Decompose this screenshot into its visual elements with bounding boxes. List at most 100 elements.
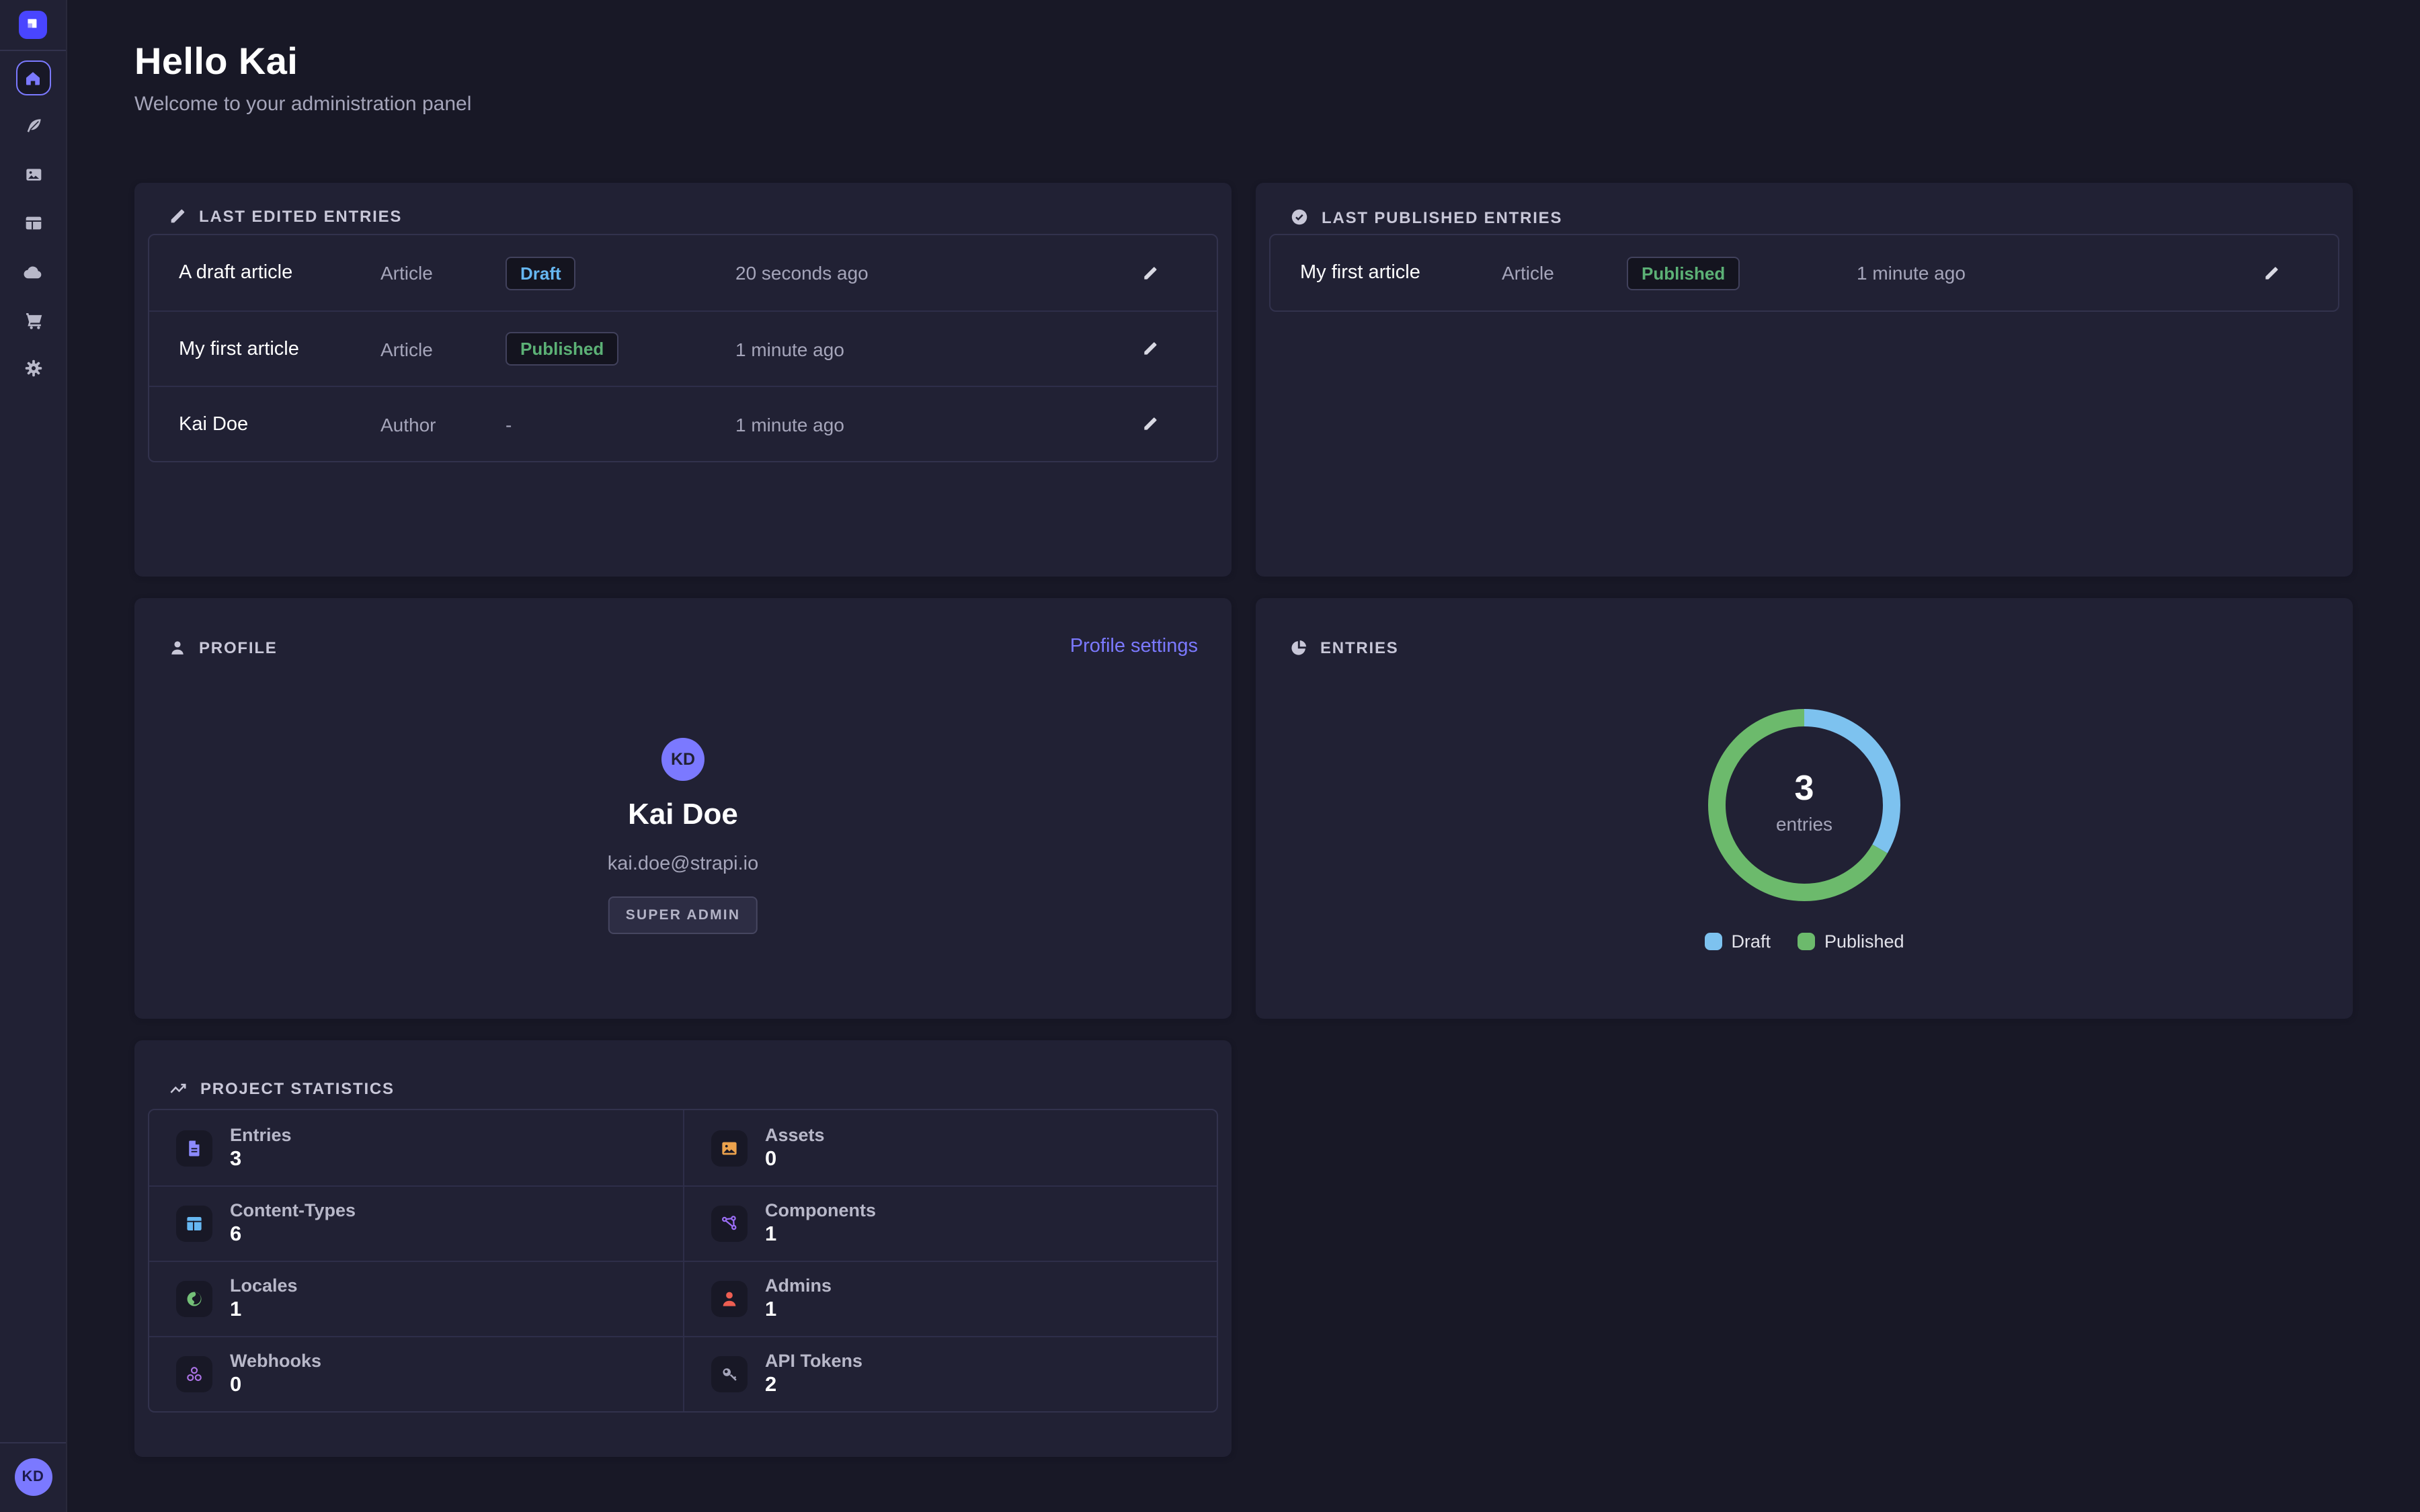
chart-legend: Draft Published (1256, 931, 2353, 952)
entries-count-label: entries (1697, 813, 1912, 835)
stat-value: 6 (230, 1223, 356, 1247)
sidebar-bottom: KD (0, 1431, 66, 1512)
status-empty: - (506, 413, 512, 435)
entry-type: Article (380, 338, 506, 360)
entry-name: My first article (179, 338, 380, 360)
stat-content-types: Content-Types 6 (149, 1185, 683, 1261)
legend-label: Published (1824, 931, 1904, 952)
edit-entry-button[interactable] (2262, 264, 2280, 282)
profile-name: Kai Doe (134, 797, 1232, 832)
last-edited-table: A draft article Article Draft 20 seconds… (148, 234, 1218, 462)
pencil-icon (1141, 415, 1158, 433)
entries-donut-chart: 3 entries (1697, 698, 1912, 913)
stat-label: Locales (230, 1275, 298, 1296)
document-icon (176, 1130, 212, 1166)
stat-value: 3 (230, 1147, 292, 1171)
sidebar-item-content-manager[interactable] (15, 109, 50, 144)
status-badge: Published (1627, 256, 1740, 290)
stat-value: 1 (765, 1298, 832, 1322)
stat-locales: Locales1 (149, 1261, 683, 1336)
entry-type: Article (1502, 262, 1627, 284)
profile-avatar: KD (661, 738, 704, 781)
pie-chart-icon (1289, 638, 1308, 657)
legend-label: Draft (1731, 931, 1771, 952)
check-circle-icon (1289, 207, 1309, 227)
cloud-icon (22, 260, 44, 283)
stats-table: Entries3 Assets0 Content-Types6 Componen… (148, 1109, 1218, 1413)
entry-type: Author (380, 413, 506, 435)
main-content: Hello Kai Welcome to your administration… (67, 0, 2420, 1512)
stat-entries: Entries3 (149, 1110, 683, 1185)
entry-name: Kai Doe (179, 413, 380, 435)
profile-panel: PROFILE Profile settings KD Kai Doe kai.… (134, 598, 1232, 1019)
sidebar-item-cloud[interactable] (15, 254, 50, 289)
pencil-icon (1141, 340, 1158, 358)
entry-type: Article (380, 262, 506, 284)
table-row[interactable]: My first article Article Published 1 min… (149, 310, 1217, 386)
last-published-entries-panel: LAST PUBLISHED ENTRIES My first article … (1256, 183, 2353, 577)
legend-item-draft: Draft (1704, 931, 1771, 952)
stat-webhooks: Webhooks0 (149, 1336, 683, 1411)
entries-panel: ENTRIES 3 entries Draft (1256, 598, 2353, 1019)
stat-api-tokens: API Tokens2 (683, 1336, 1217, 1411)
sidebar-nav (15, 60, 50, 386)
panel-title: PROJECT STATISTICS (200, 1079, 395, 1097)
edit-entry-button[interactable] (1141, 415, 1158, 433)
components-icon (711, 1206, 748, 1242)
table-row[interactable]: A draft article Article Draft 20 seconds… (149, 235, 1217, 310)
user-avatar[interactable]: KD (14, 1458, 52, 1496)
edit-entry-button[interactable] (1141, 264, 1158, 282)
sidebar-item-content-type-builder[interactable] (15, 206, 50, 241)
layout-icon (22, 212, 44, 234)
sidebar-item-settings[interactable] (15, 351, 50, 386)
legend-item-published: Published (1798, 931, 1904, 952)
stat-label: Assets (765, 1124, 825, 1144)
trending-up-icon (168, 1078, 188, 1098)
pencil-icon (1141, 264, 1158, 282)
entry-name: A draft article (179, 262, 380, 284)
pencil-icon (168, 207, 187, 226)
stat-components: Components 1 (683, 1185, 1217, 1261)
sidebar-item-marketplace[interactable] (15, 302, 50, 337)
panel-title: LAST PUBLISHED ENTRIES (1322, 208, 1562, 226)
pencil-icon (2262, 264, 2280, 282)
last-published-table: My first article Article Published 1 min… (1269, 234, 2339, 312)
media-library-icon (22, 164, 44, 185)
panel-title: LAST EDITED ENTRIES (199, 207, 402, 226)
webhooks-icon (176, 1356, 212, 1392)
stat-admins: Admins1 (683, 1261, 1217, 1336)
stat-label: Webhooks (230, 1351, 321, 1371)
stat-label: Components (765, 1200, 876, 1220)
entry-time: 1 minute ago (735, 413, 1082, 435)
settings-gear-icon (22, 358, 44, 379)
role-badge: SUPER ADMIN (608, 896, 758, 934)
entries-count: 3 (1697, 767, 1912, 809)
last-edited-entries-panel: LAST EDITED ENTRIES A draft article Arti… (134, 183, 1232, 577)
key-icon (711, 1356, 748, 1392)
strapi-logo[interactable] (19, 11, 47, 39)
stat-value: 1 (765, 1223, 876, 1247)
sidebar-item-media-library[interactable] (15, 157, 50, 192)
sidebar-item-home[interactable] (15, 60, 50, 95)
entry-time: 20 seconds ago (735, 262, 1082, 284)
stat-label: Content-Types (230, 1200, 356, 1220)
profile-card: KD Kai Doe kai.doe@strapi.io SUPER ADMIN (134, 598, 1232, 1019)
panel-title: ENTRIES (1320, 638, 1399, 657)
stat-label: API Tokens (765, 1351, 862, 1371)
stat-value: 1 (230, 1298, 298, 1322)
page-title: Hello Kai (134, 40, 2353, 83)
marketplace-cart-icon (22, 309, 44, 331)
admin-user-icon (711, 1281, 748, 1317)
dashboard-grid: LAST EDITED ENTRIES A draft article Arti… (134, 183, 2353, 1457)
sidebar-divider (0, 50, 66, 51)
table-row[interactable]: Kai Doe Author - 1 minute ago (149, 386, 1217, 461)
edit-entry-button[interactable] (1141, 340, 1158, 358)
globe-icon (176, 1281, 212, 1317)
layout-grid-icon (176, 1206, 212, 1242)
page-subtitle: Welcome to your administration panel (134, 93, 2353, 116)
home-icon (23, 68, 43, 88)
stat-label: Admins (765, 1275, 832, 1296)
table-row[interactable]: My first article Article Published 1 min… (1270, 235, 2338, 310)
draft-legend-chip (1704, 933, 1722, 950)
entry-time: 1 minute ago (735, 338, 1082, 360)
